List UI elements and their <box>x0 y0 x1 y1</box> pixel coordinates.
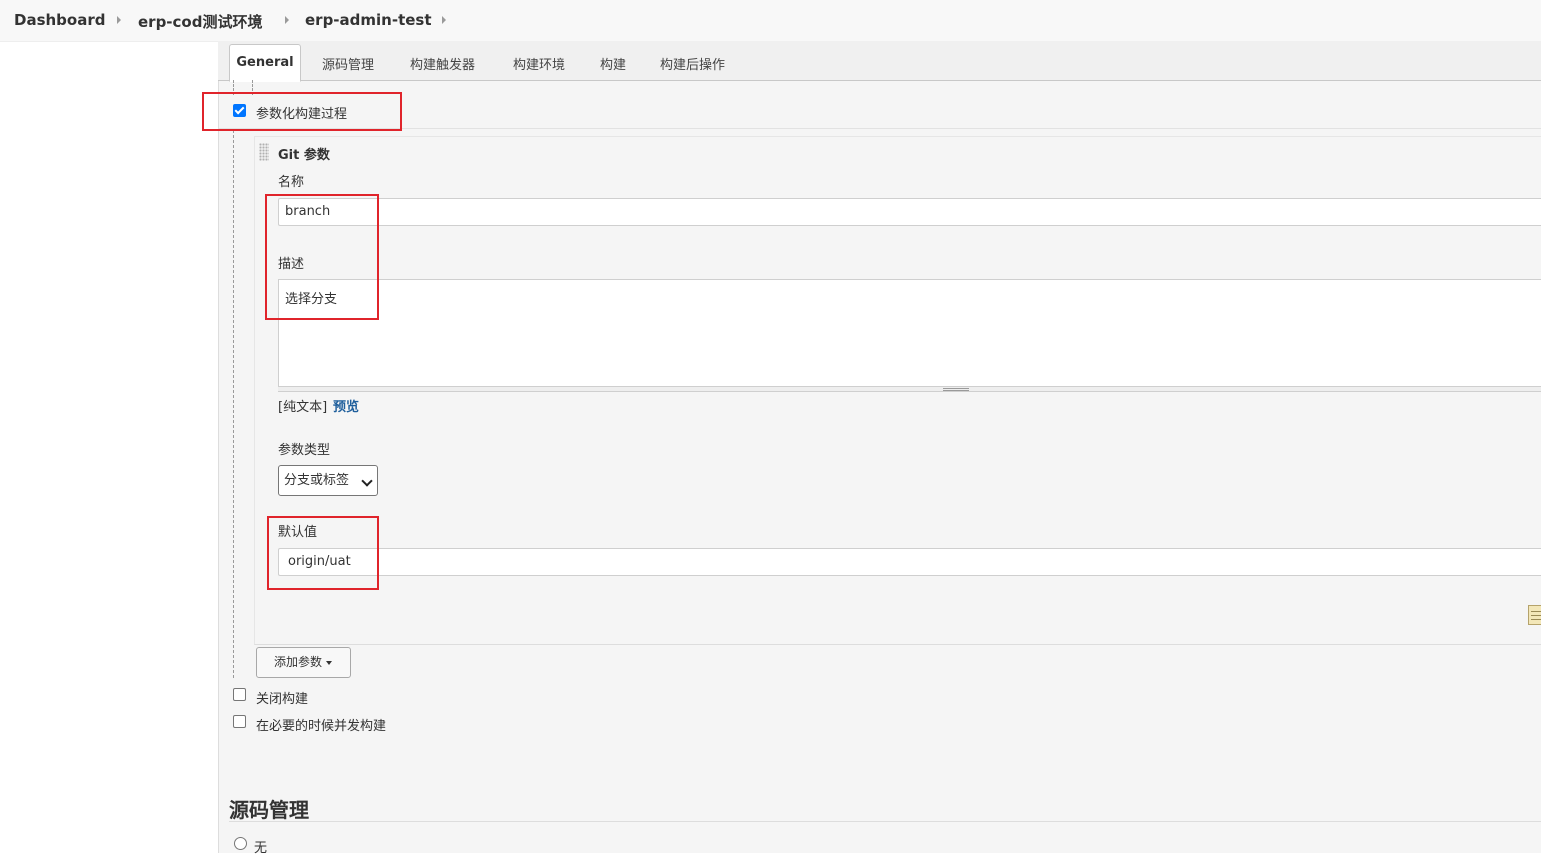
parameter-type-selected: 分支或标签 <box>284 473 350 488</box>
section-divider <box>229 821 1541 822</box>
description-label: 描述 <box>278 257 305 272</box>
nesting-guide <box>233 80 234 95</box>
parameterized-build-label: 参数化构建过程 <box>256 107 348 122</box>
textarea-resize-bar[interactable] <box>278 386 1541 392</box>
nesting-guide <box>233 130 234 678</box>
drag-handle-icon[interactable] <box>259 143 269 161</box>
breadcrumb-separator-icon[interactable] <box>442 16 446 24</box>
default-value-input[interactable]: origin/uat <box>278 548 1541 576</box>
add-parameter-button[interactable]: 添加参数 <box>256 647 351 678</box>
tab-build-triggers[interactable]: 构建触发器 <box>410 54 475 73</box>
caret-down-icon <box>326 661 332 665</box>
plain-text-label: [纯文本] <box>278 400 328 415</box>
disable-build-label: 关闭构建 <box>256 692 309 707</box>
breadcrumb-dashboard[interactable]: Dashboard <box>14 11 105 29</box>
tab-general[interactable]: General <box>229 44 301 82</box>
name-label: 名称 <box>278 175 305 190</box>
resize-grip-icon[interactable] <box>943 388 969 391</box>
parameterized-build-row <box>219 95 1541 129</box>
preview-link[interactable]: 预览 <box>333 396 359 415</box>
scm-section-heading: 源码管理 <box>229 798 309 822</box>
tab-build[interactable]: 构建 <box>600 54 626 73</box>
concurrent-build-label: 在必要的时候并发构建 <box>256 719 387 734</box>
parameterized-build-checkbox[interactable] <box>233 104 246 117</box>
parameter-type-select[interactable]: 分支或标签 <box>278 465 378 496</box>
nesting-guide <box>252 80 253 95</box>
tab-scm[interactable]: 源码管理 <box>322 54 374 73</box>
concurrent-build-checkbox[interactable] <box>233 715 246 728</box>
disable-build-checkbox[interactable] <box>233 688 246 701</box>
breadcrumb-separator-icon[interactable] <box>117 16 121 24</box>
notepad-icon[interactable] <box>1528 605 1541 625</box>
git-parameter-title: Git 参数 <box>278 148 330 163</box>
breadcrumb-folder[interactable]: erp-cod测试环境 <box>138 11 262 32</box>
parameter-type-label: 参数类型 <box>278 443 331 458</box>
tab-post-build[interactable]: 构建后操作 <box>660 54 725 73</box>
scm-none-label: 无 <box>254 841 268 856</box>
default-value-label: 默认值 <box>278 525 318 540</box>
breadcrumb-job[interactable]: erp-admin-test <box>305 11 432 29</box>
breadcrumb: Dashboard erp-cod测试环境 erp-admin-test <box>0 0 1541 42</box>
description-textarea[interactable]: 选择分支 <box>278 279 1541 387</box>
scm-none-radio[interactable] <box>234 837 247 850</box>
chevron-down-icon <box>361 475 373 487</box>
name-input[interactable]: branch <box>278 198 1541 226</box>
tab-build-environment[interactable]: 构建环境 <box>513 54 565 73</box>
breadcrumb-separator-icon[interactable] <box>285 16 289 24</box>
config-tab-bar: General 源码管理 构建触发器 构建环境 构建 构建后操作 <box>218 41 1541 82</box>
